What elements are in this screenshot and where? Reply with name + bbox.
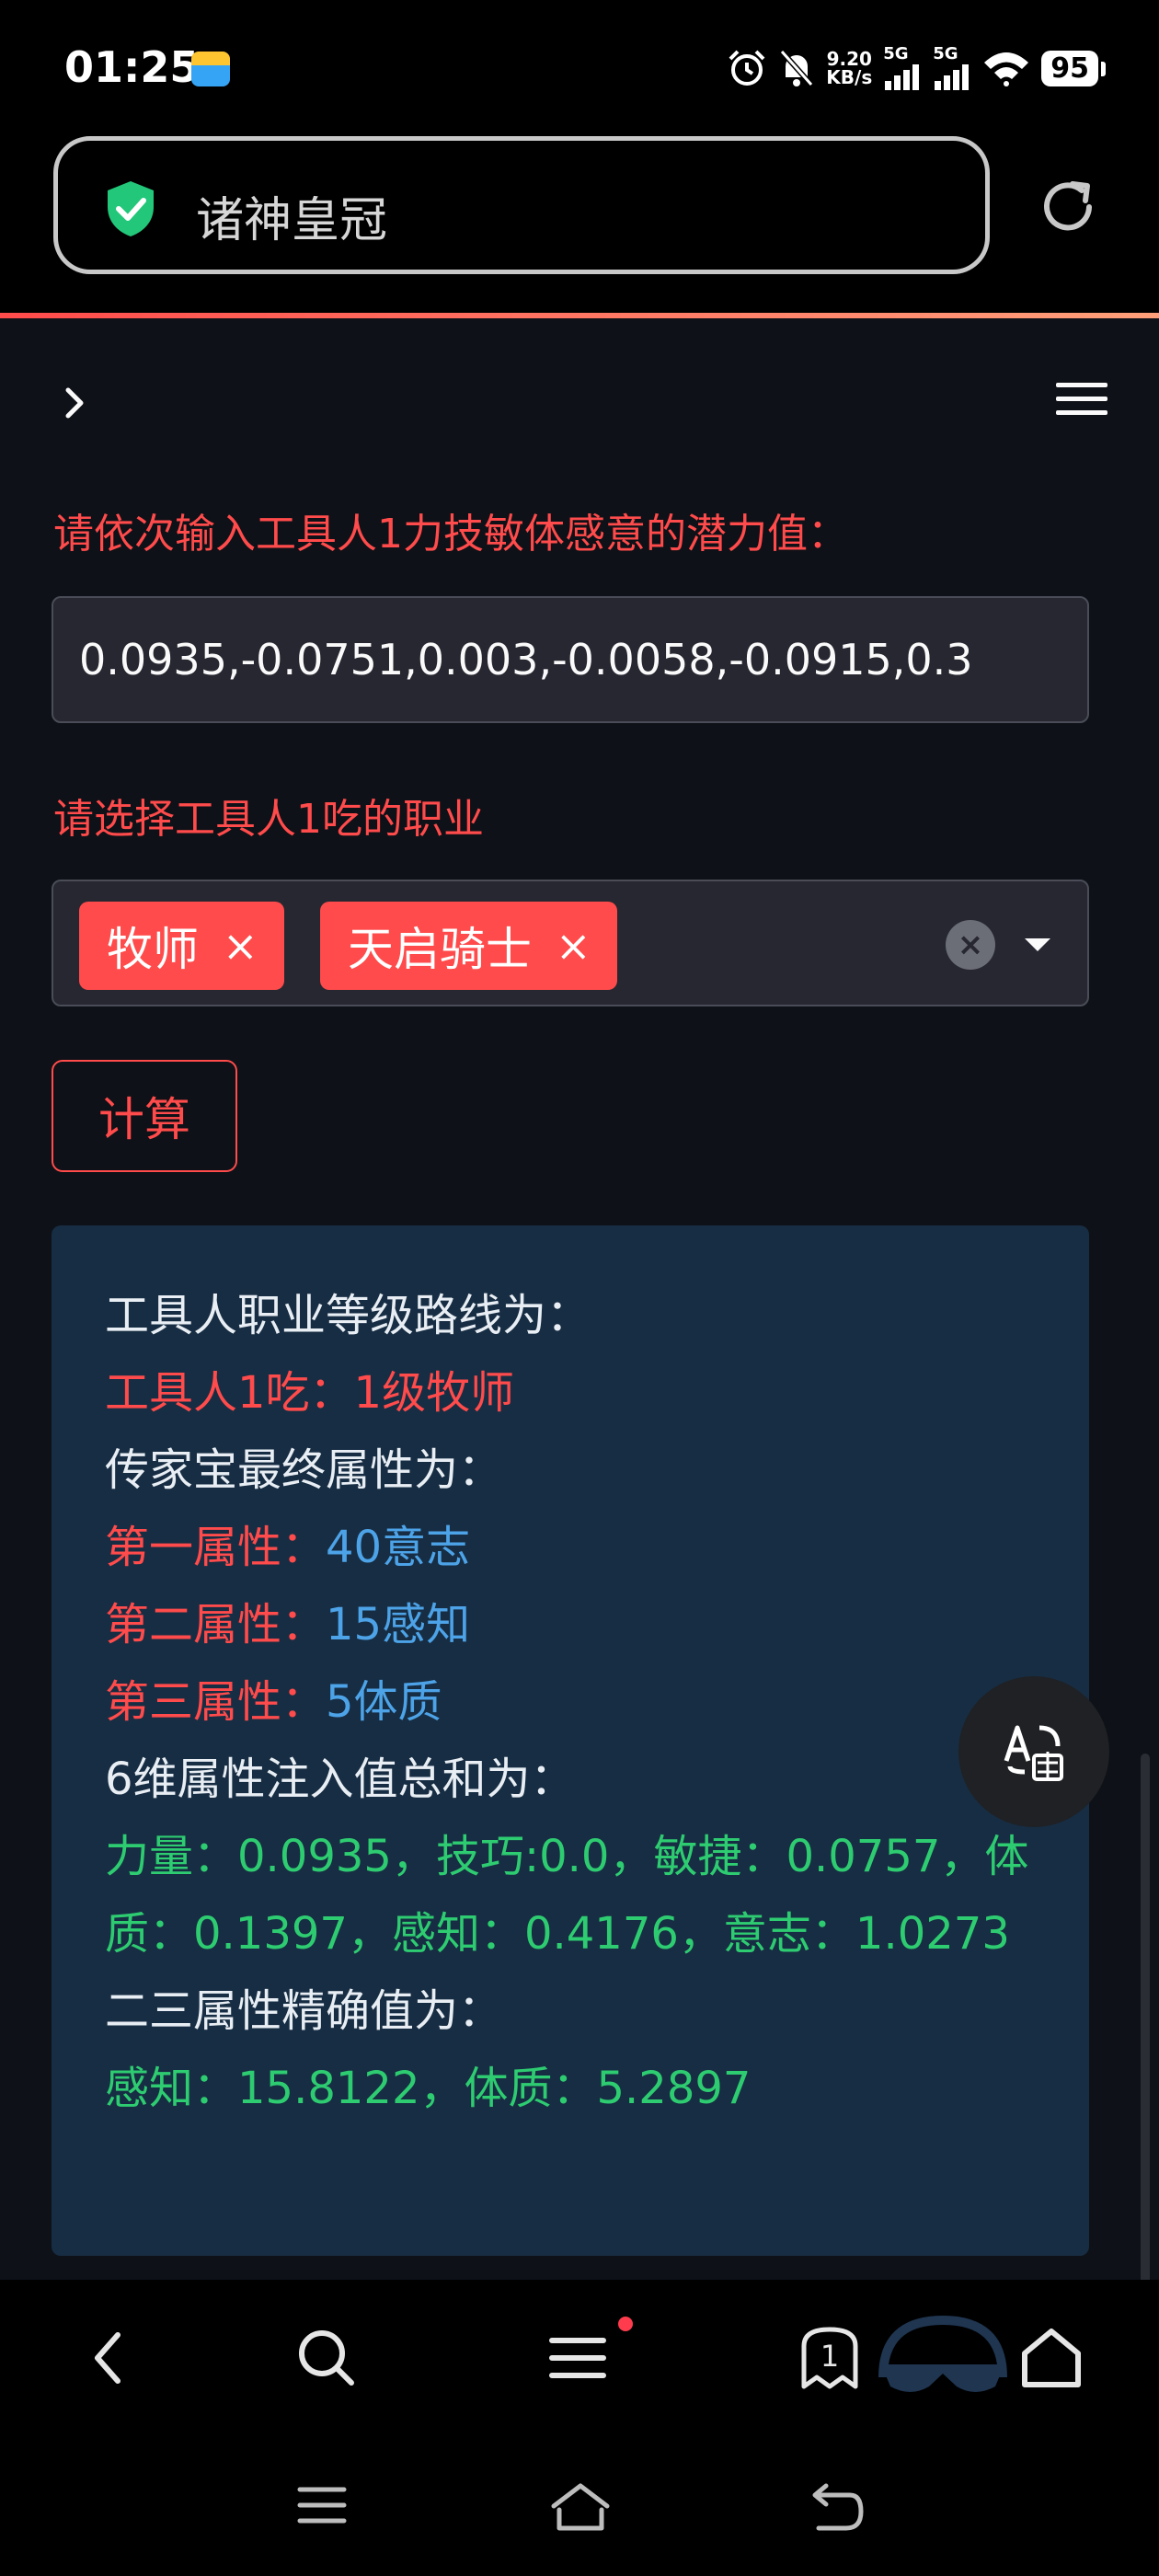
menu-icon[interactable]	[1054, 379, 1109, 420]
signal-1: 5G	[883, 46, 922, 90]
job-tag: 天启骑士 ×	[320, 902, 617, 990]
back-icon[interactable]	[85, 2326, 131, 2390]
translate-icon	[1004, 1725, 1063, 1781]
sum-values: 力量：0.0935，技巧:0.0，敏捷：0.0757，体质：0.1397，感知：…	[105, 1831, 1029, 1960]
signal-bars-icon	[885, 64, 920, 90]
remove-tag-icon[interactable]: ×	[556, 921, 591, 971]
precise-heading: 二三属性精确值为：	[105, 1985, 503, 2037]
system-back-icon[interactable]	[809, 2482, 866, 2532]
menu-lines-icon[interactable]	[548, 2326, 607, 2390]
sunglasses-mascot-icon	[878, 2315, 1007, 2392]
home-icon[interactable]	[1019, 2326, 1084, 2390]
status-bar: 01:25 9.20 KB/s 5G 5G 95	[0, 0, 1159, 129]
network-speed: 9.20 KB/s	[826, 48, 873, 88]
precise-values: 感知：15.8122，体质：5.2897	[105, 2063, 752, 2114]
potential-input[interactable]: 0.0935,-0.0751,0.003,-0.0058,-0.0915,0.3	[52, 596, 1089, 723]
attr-label: 第一属性：	[105, 1522, 327, 1573]
battery-indicator: 95	[1041, 50, 1106, 86]
signal-bars-icon	[935, 64, 970, 90]
secure-shield-icon	[108, 181, 154, 236]
job-tag: 牧师 ×	[79, 902, 284, 990]
attr-value: 5体质	[326, 1676, 442, 1728]
attr-value: 40意志	[326, 1522, 471, 1573]
potential-label: 请依次输入工具人1力技敏体感意的潜力值：	[53, 511, 848, 558]
sum-heading: 6维属性注入值总和为：	[105, 1754, 575, 1805]
app-main: 请依次输入工具人1力技敏体感意的潜力值： 0.0935,-0.0751,0.00…	[0, 318, 1159, 2324]
translate-button[interactable]	[958, 1676, 1109, 1827]
job-tag-label: 牧师	[107, 923, 199, 976]
clear-all-icon[interactable]: ×	[946, 920, 995, 970]
attr-row: 第二属性：15感知	[105, 1586, 1036, 1663]
attr-label: 第三属性：	[105, 1676, 327, 1728]
dropdown-caret-icon[interactable]	[1025, 938, 1050, 951]
tab-count: 1	[820, 2339, 840, 2374]
attr-label: 第二属性：	[105, 1599, 327, 1650]
heirloom-heading: 传家宝最终属性为：	[105, 1444, 503, 1496]
mute-bell-icon	[780, 50, 814, 86]
calculate-button[interactable]: 计算	[52, 1060, 237, 1172]
notification-dot	[618, 2317, 633, 2331]
status-icons: 9.20 KB/s 5G 5G 95	[727, 42, 1106, 94]
attr-row: 第一属性：40意志	[105, 1509, 1036, 1586]
signal-2: 5G	[933, 46, 971, 90]
scrollbar[interactable]	[1141, 1754, 1150, 2324]
route-line: 工具人1吃：1级牧师	[105, 1367, 515, 1419]
system-home-icon[interactable]	[548, 2482, 613, 2532]
result-panel: 工具人职业等级路线为： 工具人1吃：1级牧师 传家宝最终属性为： 第一属性：40…	[52, 1225, 1089, 2256]
tabs-button[interactable]: 1	[798, 2322, 861, 2392]
system-nav-bar	[0, 2436, 1159, 2576]
address-bar[interactable]: 诸神皇冠	[53, 136, 990, 274]
attr-value: 15感知	[326, 1599, 471, 1650]
chevron-right-icon[interactable]	[61, 385, 88, 421]
reload-icon[interactable]	[1038, 177, 1098, 237]
status-time: 01:25	[64, 42, 200, 92]
browser-bottom-bar: 1	[0, 2280, 1159, 2436]
page-title: 诸神皇冠	[196, 193, 388, 248]
notification-app-icon	[191, 52, 230, 86]
remove-tag-icon[interactable]: ×	[223, 921, 258, 971]
job-label: 请选择工具人1吃的职业	[53, 796, 484, 843]
recents-icon[interactable]	[294, 2482, 350, 2528]
attr-row: 第三属性：5体质	[105, 1663, 1036, 1741]
wifi-icon	[984, 52, 1029, 86]
job-multiselect[interactable]: 牧师 × 天启骑士 × ×	[52, 880, 1089, 1006]
alarm-icon	[729, 50, 765, 86]
job-tag-label: 天启骑士	[348, 923, 532, 976]
route-heading: 工具人职业等级路线为：	[105, 1290, 591, 1341]
search-icon[interactable]	[294, 2326, 359, 2390]
